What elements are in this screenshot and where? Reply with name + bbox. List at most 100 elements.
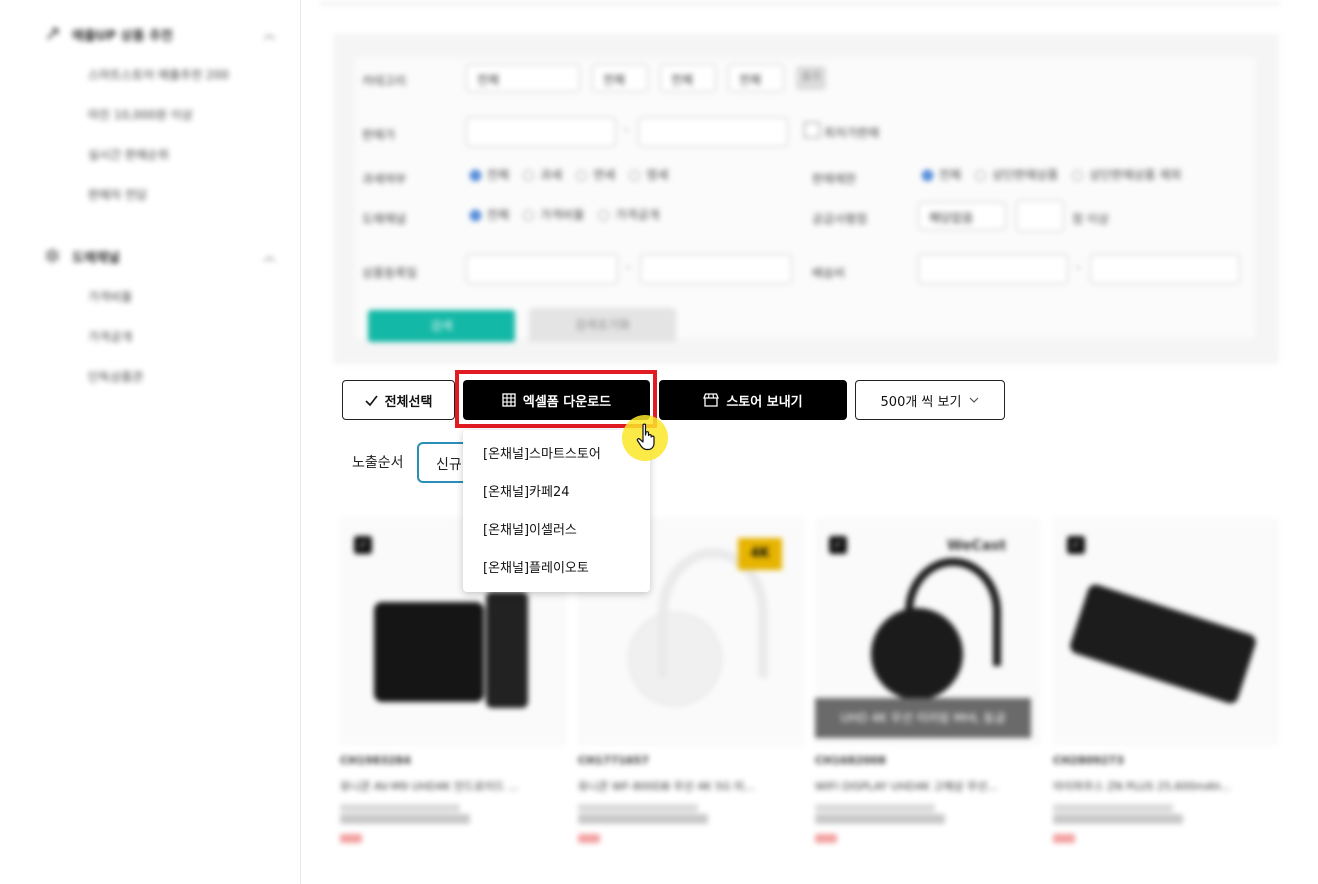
product-image[interactable] [1053, 518, 1279, 746]
search-button[interactable]: 검색 [368, 310, 515, 342]
radio-option[interactable]: 영세 [629, 166, 668, 183]
product-name[interactable]: 유니콘 WF-800DB 무선 4K 5G 미... [578, 778, 755, 794]
radio-option[interactable]: 가격공개 [598, 206, 659, 223]
shipping-max-input[interactable] [1090, 254, 1240, 284]
dropdown-item-cafe24[interactable]: [온채널]카페24 [483, 481, 570, 500]
category-select-4[interactable]: 전체 [728, 64, 784, 92]
hand-cursor-icon [636, 423, 655, 451]
tax-radio-group[interactable]: 전체 과세 면세 영세 [470, 166, 668, 183]
brand-logo: WeCast [947, 538, 1007, 554]
dropdown-item-smartstore[interactable]: [온채널]스마트스토어 [483, 443, 601, 462]
range-dash: - [624, 122, 629, 136]
select-all-button[interactable]: 전체선택 [342, 380, 455, 420]
product-name[interactable]: WIFI DISPLAY UHD4K 고해상 무선... [815, 778, 998, 794]
chevron-down-icon [970, 397, 979, 403]
price-bar [578, 814, 708, 824]
product-checkbox[interactable]: ✓ [354, 536, 372, 554]
supply-rating-select[interactable]: 해당없음 [918, 202, 1006, 230]
supply-rating-label: 공급사평점 [812, 212, 868, 226]
check-icon [365, 395, 378, 406]
sidebar-section-title: 매출UP 상품 추천 [72, 28, 173, 44]
radio-option[interactable]: 전체 [922, 166, 961, 183]
sidebar-item[interactable]: 단독상품관 [88, 368, 143, 385]
badge-4k: 4K [738, 538, 782, 570]
store-icon [703, 393, 720, 407]
page-size-label: 500개 씩 보기 [880, 394, 962, 410]
category-reset-button[interactable]: 초기 [796, 66, 826, 90]
product-name[interactable]: 유니콘 AV-M9 UHD4K 안드로이드 ... [340, 778, 519, 794]
lowest-price-checkbox[interactable] [804, 122, 820, 138]
excel-download-dropdown: [온채널]스마트스토어 [온채널]카페24 [온채널]이셀러스 [온채널]플레이… [463, 430, 650, 592]
send-store-button[interactable]: 스토어 보내기 [659, 380, 847, 420]
price-bar [340, 814, 470, 824]
wholesale-label: 도매채널 [362, 212, 407, 226]
sidebar: ↗ 매출UP 상품 추천 ︿ 스마트스토어 매출추천 200 마진 10,000… [0, 0, 300, 884]
radio-option[interactable]: 과세 [523, 166, 562, 183]
radio-option[interactable]: 전체 [470, 206, 509, 223]
sidebar-section-sales[interactable]: ↗ 매출UP 상품 추천 ︿ [44, 22, 275, 46]
sidebar-item[interactable]: 스마트스토어 매출추천 200 [88, 66, 229, 83]
radio-option[interactable]: 가격비율 [523, 206, 584, 223]
range-dash: - [626, 260, 631, 274]
wholesale-radio-group[interactable]: 전체 가격비율 가격공개 [470, 206, 659, 223]
sidebar-item[interactable]: 판매자 전담 [88, 186, 147, 203]
price-bar [340, 804, 460, 812]
send-store-label: 스토어 보내기 [726, 394, 803, 410]
chevron-up-icon[interactable]: ︿ [264, 248, 275, 264]
sales-limit-label: 판매제한 [812, 172, 857, 186]
reg-date-end-input[interactable] [640, 254, 792, 284]
product-checkbox[interactable]: ✓ [1067, 536, 1085, 554]
sidebar-item[interactable]: 가격비율 [88, 288, 132, 305]
sidebar-section-wholesale[interactable]: ✲ 도매채널 ︿ [44, 244, 275, 268]
supply-rating-input[interactable] [1016, 200, 1064, 232]
search-reset-button[interactable]: 검색초기화 [529, 308, 676, 342]
category-select-3[interactable]: 전체 [660, 64, 716, 92]
product-name[interactable]: 아이하우스 ZN PLUS 25,600mAh... [1053, 778, 1231, 794]
price-bar [1053, 804, 1173, 812]
sidebar-section-title: 도매채널 [72, 250, 120, 266]
sales-limit-radio-group[interactable]: 전체 상단판매상품 상단판매상품 제외 [922, 166, 1181, 183]
category-label: 카테고리 [362, 74, 407, 88]
reg-date-label: 상품등록일 [362, 266, 418, 280]
page-size-select[interactable]: 500개 씩 보기 [855, 380, 1005, 420]
radio-option[interactable]: 상단판매상품 제외 [1072, 166, 1181, 183]
product-card[interactable]: WeCast UHD 4K 무선 미러링 MHL 동글 ✓ CH1682008 … [815, 518, 1041, 848]
lowest-price-checkbox-label: 최저가판매 [824, 126, 880, 140]
tax-label: 과세여부 [362, 172, 407, 186]
shipping-min-input[interactable] [918, 254, 1068, 284]
top-divider [320, 2, 1280, 5]
chevron-up-icon[interactable]: ︿ [264, 26, 275, 42]
price-min-input[interactable] [466, 117, 616, 147]
category-select-2[interactable]: 전체 [592, 64, 648, 92]
price-bar [815, 804, 935, 812]
select-all-label: 전체선택 [384, 394, 433, 410]
product-card[interactable]: ✓ CH2809273 아이하우스 ZN PLUS 25,600mAh... [1053, 518, 1279, 848]
filter-panel-inner [355, 58, 1255, 338]
supply-rating-suffix: 점 이상 [1072, 212, 1109, 226]
star-icon: ✲ [44, 244, 61, 268]
sidebar-item[interactable]: 가격공개 [88, 328, 132, 345]
price-tag [578, 834, 600, 843]
sort-label: 노출순서 [352, 455, 404, 471]
price-bar [578, 804, 698, 812]
sidebar-item[interactable]: 마진 10,000원 이상 [88, 106, 193, 123]
remote-shape [486, 592, 528, 708]
dropdown-item-esellers[interactable]: [온채널]이셀러스 [483, 519, 577, 538]
product-image[interactable]: WeCast UHD 4K 무선 미러링 MHL 동글 [815, 518, 1041, 746]
product-caption: UHD 4K 무선 미러링 MHL 동글 [815, 698, 1031, 738]
price-tag [340, 834, 362, 843]
price-label: 판매가 [362, 128, 396, 142]
radio-option[interactable]: 면세 [576, 166, 615, 183]
sidebar-item[interactable]: 실시간 판매순위 [88, 146, 169, 163]
product-checkbox[interactable]: ✓ [829, 536, 847, 554]
dropdown-item-playauto[interactable]: [온채널]플레이오토 [483, 557, 589, 576]
category-select-1[interactable]: 전체 [466, 64, 580, 92]
reg-date-start-input[interactable] [466, 254, 618, 284]
price-bar [815, 814, 945, 824]
radio-option[interactable]: 전체 [470, 166, 509, 183]
powerbank-shape [1068, 582, 1258, 706]
price-max-input[interactable] [638, 117, 788, 147]
highlight-box [455, 370, 657, 428]
radio-option[interactable]: 상단판매상품 [975, 166, 1058, 183]
range-dash: - [1076, 260, 1081, 274]
